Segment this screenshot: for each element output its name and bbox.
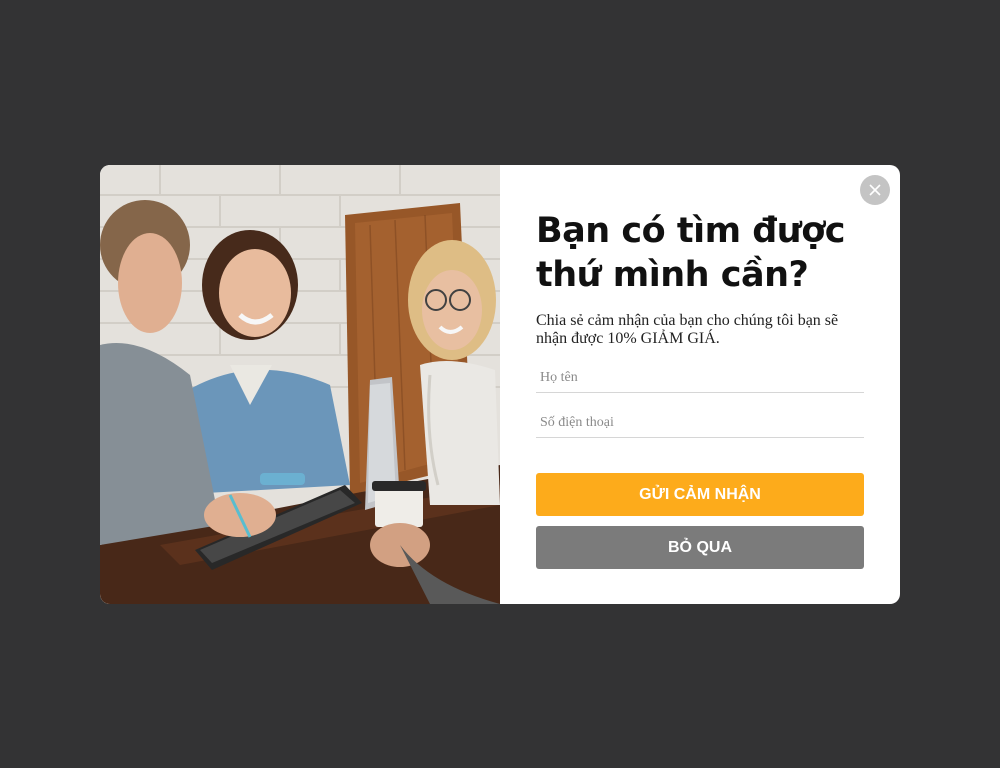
popup-subtitle: Chia sẻ cảm nhận của bạn cho chúng tôi b… <box>536 312 839 347</box>
popup-photo <box>100 165 500 604</box>
skip-button[interactable]: BỎ QUA <box>536 526 864 569</box>
popup-title: Bạn có tìm được thứ mình cần? <box>536 211 846 295</box>
close-icon <box>869 184 881 196</box>
submit-feedback-button[interactable]: GỬI CẢM NHẬN <box>536 473 864 516</box>
popup-content: Bạn có tìm được thứ mình cần? Chia sẻ cả… <box>500 165 900 604</box>
feedback-popup: Bạn có tìm được thứ mình cần? Chia sẻ cả… <box>100 165 900 604</box>
close-button[interactable] <box>860 175 890 205</box>
phone-input[interactable] <box>536 409 864 438</box>
name-input[interactable] <box>536 364 864 393</box>
